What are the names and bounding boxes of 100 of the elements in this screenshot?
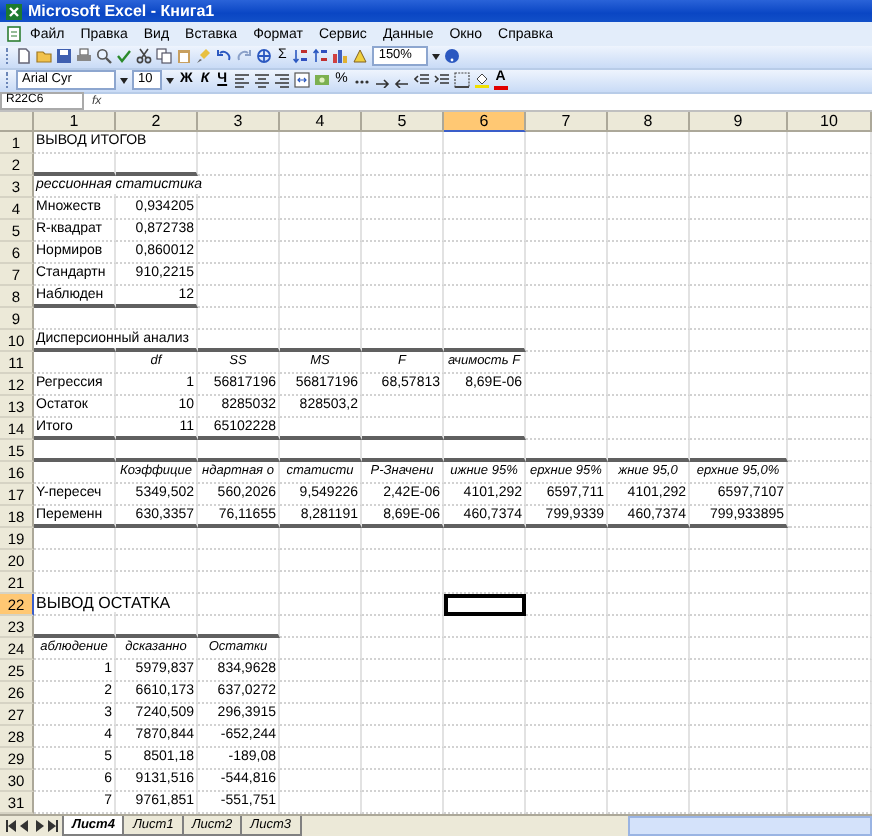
document-icon[interactable] (6, 26, 22, 43)
table-cell (608, 593, 690, 616)
table-cell (198, 593, 280, 616)
table-cell (690, 549, 788, 572)
folder-icon[interactable] (36, 48, 52, 65)
table-cell (444, 703, 526, 726)
table-cell (608, 681, 690, 704)
table-cell (444, 219, 526, 242)
clipboard-icon[interactable] (176, 48, 192, 65)
table-cell (362, 593, 444, 616)
table-cell (788, 175, 872, 198)
table-cell (280, 153, 362, 176)
column-header[interactable]: 3 (198, 111, 280, 132)
table-cell (788, 769, 872, 792)
table-cell (362, 263, 444, 286)
table-cell (444, 659, 526, 682)
table-cell (788, 681, 872, 704)
align-center-icon[interactable] (253, 72, 270, 89)
table-cell (788, 263, 872, 286)
scroll-left-icon[interactable] (6, 819, 16, 832)
copy-icon[interactable] (156, 48, 172, 65)
table-cell (690, 263, 788, 286)
column-header[interactable]: 5 (362, 111, 444, 132)
table-cell (608, 725, 690, 748)
table-cell (608, 395, 690, 418)
table-cell (362, 197, 444, 220)
column-header[interactable]: 7 (526, 111, 608, 132)
table-cell (444, 307, 526, 330)
table-cell (608, 329, 690, 352)
magnifier-icon[interactable] (96, 48, 112, 65)
spelling-icon[interactable] (116, 48, 132, 65)
borders-icon[interactable] (453, 72, 470, 89)
table-cell (526, 153, 608, 176)
table-cell (690, 681, 788, 704)
printer-icon[interactable] (76, 48, 92, 65)
table-cell (690, 285, 788, 308)
column-header[interactable]: 4 (280, 111, 362, 132)
table-cell (788, 395, 872, 418)
table-cell (690, 131, 788, 154)
column-header[interactable]: 6 (444, 111, 526, 132)
increase-indent-icon[interactable] (433, 72, 450, 89)
decrease-indent-icon[interactable] (413, 72, 430, 89)
dropdown-arrow-icon[interactable] (120, 77, 128, 84)
table-cell (526, 659, 608, 682)
table-cell (690, 571, 788, 594)
table-cell (526, 593, 608, 616)
table-cell (444, 725, 526, 748)
table-cell (690, 329, 788, 352)
table-cell (444, 549, 526, 572)
table-cell (526, 725, 608, 748)
table-cell (788, 659, 872, 682)
table-cell (608, 351, 690, 374)
table-cell (788, 307, 872, 330)
undo-icon[interactable] (216, 48, 232, 65)
table-cell (280, 307, 362, 330)
column-header[interactable]: 2 (116, 111, 198, 132)
bar-chart-icon[interactable] (332, 48, 349, 65)
dropdown-arrow-icon[interactable] (432, 53, 441, 60)
table-cell (526, 769, 608, 792)
table-cell (788, 593, 872, 616)
table-cell (362, 241, 444, 264)
scissors-icon[interactable] (136, 48, 152, 65)
cell-text: ВЫВОД ОСТАТКА (34, 594, 173, 613)
sort-ascending-icon[interactable] (292, 48, 309, 65)
column-header[interactable]: 9 (690, 111, 788, 132)
table-cell (280, 241, 362, 264)
scroll-left-icon[interactable] (20, 819, 30, 832)
column-header[interactable]: 10 (788, 111, 872, 132)
active-cell[interactable] (444, 593, 526, 616)
scroll-right-icon[interactable] (34, 819, 44, 832)
table-cell (280, 593, 362, 616)
table-cell (444, 263, 526, 286)
align-right-icon[interactable] (273, 72, 290, 89)
dropdown-arrow-icon[interactable] (166, 77, 174, 84)
table-cell (608, 615, 690, 638)
merge-cells-icon[interactable] (293, 72, 310, 89)
table-cell (280, 571, 362, 594)
document-icon[interactable] (16, 48, 32, 65)
table-cell (788, 527, 872, 550)
column-header[interactable]: 1 (34, 111, 116, 132)
table-cell (280, 197, 362, 220)
table-cell (444, 637, 526, 660)
scroll-right-icon[interactable] (48, 819, 58, 832)
table-cell (526, 263, 608, 286)
table-cell (608, 241, 690, 264)
table-cell (444, 175, 526, 198)
table-cell (788, 351, 872, 374)
table-cell (608, 659, 690, 682)
align-left-icon[interactable] (233, 72, 250, 89)
table-cell (788, 703, 872, 726)
hyperlink-icon[interactable] (256, 48, 272, 65)
table-cell (690, 241, 788, 264)
table-cell (608, 131, 690, 154)
table-cell (362, 637, 444, 660)
fill-color-icon[interactable] (473, 72, 490, 89)
table-cell (608, 703, 690, 726)
column-header[interactable]: 8 (608, 111, 690, 132)
horizontal-scrollbar[interactable] (628, 815, 872, 836)
sort-descending-icon[interactable] (312, 48, 329, 65)
table-cell (198, 175, 280, 198)
